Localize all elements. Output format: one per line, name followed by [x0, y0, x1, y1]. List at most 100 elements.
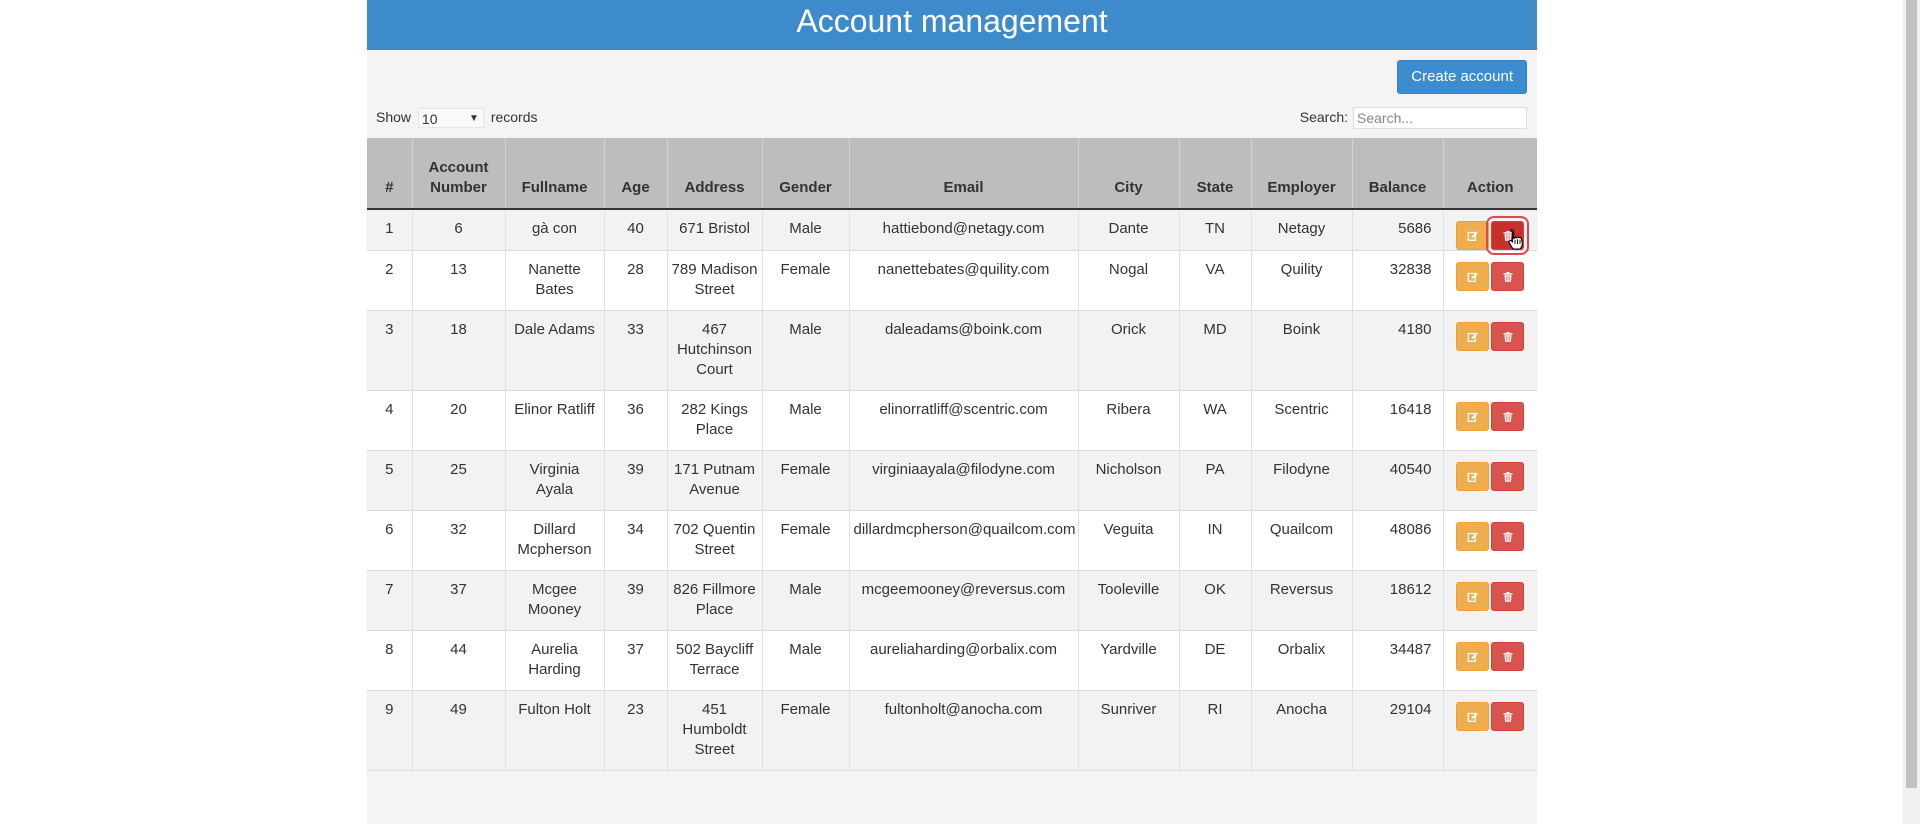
toolbar: Create account [367, 50, 1537, 100]
cell-index: 6 [367, 510, 413, 571]
delete-button[interactable] [1491, 402, 1525, 431]
cell-age: 39 [604, 450, 668, 511]
cell-balance: 48086 [1352, 510, 1444, 571]
search-input[interactable] [1353, 107, 1527, 130]
delete-button[interactable] [1491, 582, 1525, 611]
cell-balance: 5686 [1352, 209, 1444, 251]
cell-fullname: Dale Adams [505, 310, 605, 391]
table-row[interactable]: 8 44 Aurelia Harding 37 502 Baycliff Terrace… [367, 630, 1537, 691]
cell-email: elinorratliff@scentric.com [849, 390, 1079, 451]
cell-state: TN [1179, 209, 1252, 251]
cell-email: dillardmcpherson@quailcom.com [849, 510, 1079, 571]
table-row[interactable]: 7 37 Mcgee Mooney 39 826 Fillmore Place Male m… [367, 570, 1537, 631]
table-row[interactable]: 3 18 Dale Adams 33 467 Hutchinson Court Male d… [367, 310, 1537, 391]
accounts-table: # Account Number Fullname Age Address Ge… [367, 138, 1537, 771]
cell-state: OK [1179, 570, 1252, 631]
cell-action [1443, 570, 1537, 631]
edit-button[interactable] [1456, 462, 1490, 491]
search-label: Search: [1299, 109, 1348, 125]
cell-fullname: Nanette Bates [505, 250, 605, 311]
table-row[interactable]: 1 6 gà con 40 671 Bristol Male hattiebond@neta… [367, 209, 1537, 255]
column-header-state[interactable]: State [1179, 138, 1252, 210]
cell-employer: Orbalix [1251, 630, 1353, 691]
cell-gender: Female [762, 250, 850, 311]
column-header-fullname[interactable]: Fullname [505, 138, 605, 210]
cell-account-number: 20 [412, 390, 506, 451]
edit-button[interactable] [1456, 221, 1490, 250]
cell-balance: 18612 [1352, 570, 1444, 631]
table-row[interactable]: 5 25 Virginia Ayala 39 171 Putnam Avenue Fema… [367, 450, 1537, 511]
delete-button[interactable] [1491, 642, 1525, 671]
column-header-gender[interactable]: Gender [762, 138, 850, 210]
edit-button[interactable] [1456, 582, 1490, 611]
cell-gender: Female [762, 450, 850, 511]
table-row[interactable]: 6 32 Dillard Mcpherson 34 702 Quentin Street… [367, 510, 1537, 571]
cell-state: RI [1179, 690, 1252, 771]
cell-action [1443, 630, 1537, 691]
column-header-action: Action [1443, 138, 1537, 210]
cell-gender: Male [762, 310, 850, 391]
vertical-scrollbar[interactable] [1903, 0, 1920, 824]
column-header-balance[interactable]: Balance [1352, 138, 1444, 210]
cell-age: 33 [604, 310, 668, 391]
cell-balance: 34487 [1352, 630, 1444, 691]
cell-account-number: 6 [412, 209, 506, 251]
cell-employer: Reversus [1251, 570, 1353, 631]
cell-address: 171 Putnam Avenue [667, 450, 763, 511]
cell-email: nanettebates@quility.com [849, 250, 1079, 311]
show-label: Show [376, 109, 412, 125]
cell-employer: Quailcom [1251, 510, 1353, 571]
cell-email: hattiebond@netagy.com [849, 209, 1079, 251]
cell-state: DE [1179, 630, 1252, 691]
cell-employer: Boink [1251, 310, 1353, 391]
column-header-account-number[interactable]: Account Number [412, 138, 506, 210]
edit-button[interactable] [1456, 322, 1490, 351]
cell-action [1443, 690, 1537, 771]
edit-button[interactable] [1456, 642, 1490, 671]
edit-button[interactable] [1456, 522, 1490, 551]
table-header-row: # Account Number Fullname Age Address Ge… [367, 138, 1537, 210]
cell-age: 40 [604, 209, 668, 251]
cell-account-number: 44 [412, 630, 506, 691]
column-header-city[interactable]: City [1078, 138, 1180, 210]
cell-state: VA [1179, 250, 1252, 311]
table-row[interactable]: 4 20 Elinor Ratliff 36 282 Kings Place Male el… [367, 390, 1537, 451]
cell-gender: Female [762, 510, 850, 571]
cell-age: 39 [604, 570, 668, 631]
cell-fullname: Fulton Holt [505, 690, 605, 771]
create-account-button[interactable]: Create account [1397, 60, 1527, 94]
cell-city: Tooleville [1078, 570, 1180, 631]
delete-button[interactable] [1491, 322, 1525, 351]
cell-state: WA [1179, 390, 1252, 451]
cell-address: 502 Baycliff Terrace [667, 630, 763, 691]
delete-button[interactable] [1491, 522, 1525, 551]
column-header-address[interactable]: Address [667, 138, 763, 210]
page-size-select[interactable]: 10 ▼ [417, 108, 484, 129]
edit-button[interactable] [1456, 702, 1490, 731]
delete-button[interactable] [1491, 262, 1525, 291]
column-header-age[interactable]: Age [604, 138, 668, 210]
delete-button[interactable] [1491, 462, 1525, 491]
column-header-email[interactable]: Email [849, 138, 1079, 210]
table-row[interactable]: 2 13 Nanette Bates 28 789 Madison Street Fema… [367, 250, 1537, 311]
cell-city: Yardville [1078, 630, 1180, 691]
scrollbar-thumb[interactable] [1906, 0, 1917, 788]
column-header-employer[interactable]: Employer [1251, 138, 1353, 210]
cell-city: Nicholson [1078, 450, 1180, 511]
column-header-index[interactable]: # [367, 138, 413, 210]
account-management-page: Account management Create account Show 1… [367, 0, 1537, 824]
cell-account-number: 32 [412, 510, 506, 571]
cell-index: 1 [367, 209, 413, 251]
table-row[interactable]: 9 49 Fulton Holt 23 451 Humboldt Street Femal… [367, 690, 1537, 771]
edit-button[interactable] [1456, 402, 1490, 431]
cell-address: 789 Madison Street [667, 250, 763, 311]
edit-button[interactable] [1456, 262, 1490, 291]
cell-city: Dante [1078, 209, 1180, 251]
cell-state: IN [1179, 510, 1252, 571]
cell-email: virginiaayala@filodyne.com [849, 450, 1079, 511]
cell-age: 36 [604, 390, 668, 451]
cell-address: 282 Kings Place [667, 390, 763, 451]
cell-address: 826 Fillmore Place [667, 570, 763, 631]
delete-button[interactable] [1491, 702, 1525, 731]
cell-state: MD [1179, 310, 1252, 391]
